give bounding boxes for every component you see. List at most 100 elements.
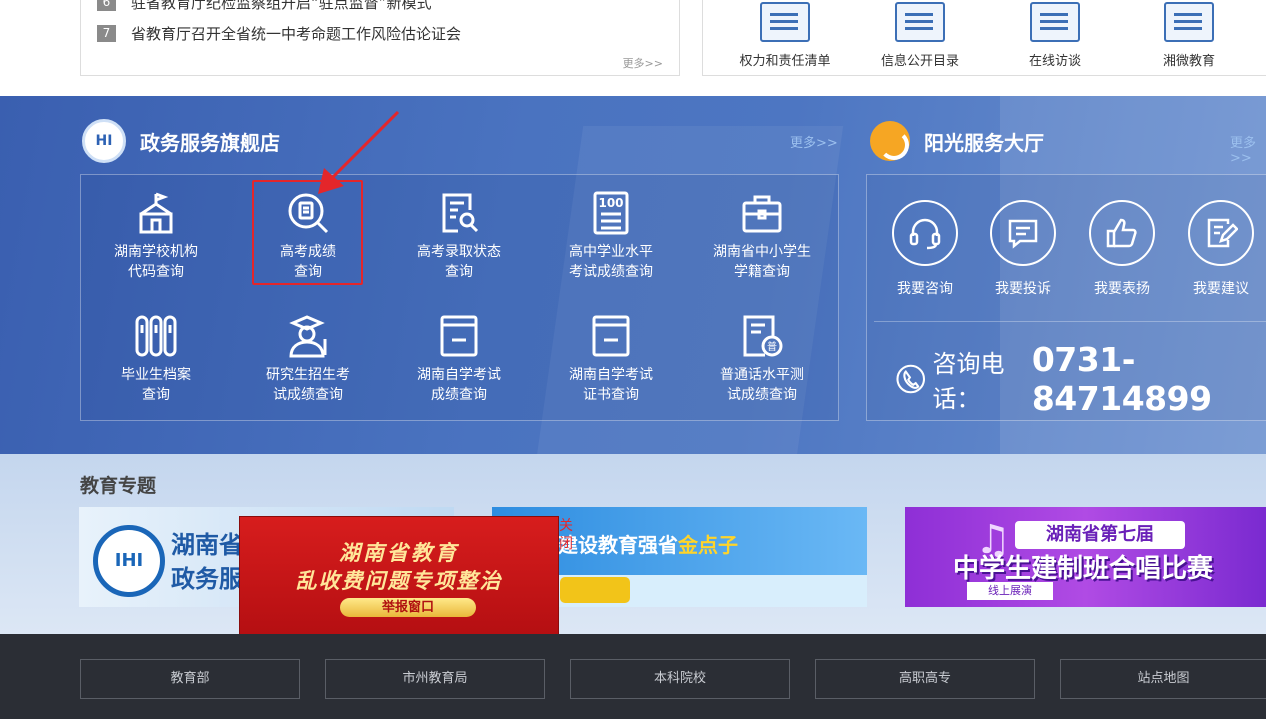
chat-board-icon — [1030, 2, 1080, 42]
footer-link-city-bureau[interactable]: 市州教育局 — [325, 659, 545, 699]
gov-service-header: 政务服务旗舰店 — [82, 119, 280, 163]
score-100-icon: 100 — [588, 190, 634, 236]
eye-doc-icon — [895, 2, 945, 42]
footer-link-vocational[interactable]: 高职高专 — [815, 659, 1035, 699]
mandarin-icon: 普 — [739, 313, 785, 359]
footer-link-undergrad[interactable]: 本科院校 — [570, 659, 790, 699]
section-title: 阳光服务大厅 — [924, 130, 1044, 155]
service-admission-status-query[interactable]: 高考录取状态 查询 — [384, 190, 534, 282]
news-number: 6 — [97, 0, 116, 11]
banner-text: 湖南省 — [171, 531, 243, 559]
service-label: 高考录取状态 — [417, 244, 501, 260]
service-label: 试成绩查询 — [273, 387, 343, 403]
floating-ad-popup[interactable]: 湖南省教育 乱收费问题专项整治 举报窗口 — [239, 516, 559, 635]
edit-icon — [1188, 200, 1254, 266]
divider — [874, 321, 1266, 322]
popup-title: 湖南省教育 — [339, 540, 459, 565]
graduate-icon — [285, 313, 331, 359]
news-item[interactable]: 6 驻省教育厅纪检监察组开启“驻点监督”新模式 — [97, 0, 432, 13]
news-more-link[interactable]: 更多>> — [623, 55, 663, 71]
service-label: 高中学业水平 — [569, 244, 653, 260]
book-icon — [436, 313, 482, 359]
doc-search-icon — [436, 190, 482, 236]
service-label: 代码查询 — [128, 264, 184, 280]
service-self-exam-cert-query[interactable]: 湖南自学考试 证书查询 — [536, 313, 686, 405]
sunshine-label: 我要表扬 — [1094, 281, 1150, 297]
service-label: 湖南自学考试 — [417, 367, 501, 383]
banner-text: 建设教育强省金点子 — [558, 529, 738, 558]
quick-link-power-list[interactable]: 权力和责任清单 — [725, 0, 845, 69]
quick-link-wechat[interactable]: 湘微教育 — [1129, 0, 1249, 69]
sunshine-label: 我要咨询 — [897, 281, 953, 297]
consult-phone: 咨询电话： 0731-84714899 — [895, 340, 1266, 418]
service-label: 湖南自学考试 — [569, 367, 653, 383]
thumbs-up-icon — [1089, 200, 1155, 266]
quick-link-info-catalog[interactable]: 信息公开目录 — [860, 0, 980, 69]
service-label: 查询 — [142, 387, 170, 403]
news-number: 7 — [97, 25, 116, 42]
banner-choir-contest[interactable]: ♫ 湖南省第七届 中学生建制班合唱比赛 线上展演 — [905, 507, 1266, 607]
certificate-icon — [588, 313, 634, 359]
banner-text: 中学生建制班合唱比赛 — [953, 554, 1214, 584]
gov-service-more-link[interactable]: 更多>> — [790, 132, 838, 151]
banner-text: 湖南省第七届 — [1015, 521, 1185, 549]
briefcase-icon — [739, 190, 785, 236]
sunshine-praise-button[interactable]: 我要表扬 — [1072, 200, 1172, 298]
service-label: 湖南省中小学生 — [713, 244, 811, 260]
footer-link-moe[interactable]: 教育部 — [80, 659, 300, 699]
phone-icon — [896, 364, 926, 394]
annotation-arrow-icon — [318, 110, 400, 194]
svg-text:普: 普 — [767, 340, 777, 353]
service-label: 考试成绩查询 — [569, 264, 653, 280]
service-label: 湖南学校机构 — [114, 244, 198, 260]
footer-link-sitemap[interactable]: 站点地图 — [1060, 659, 1266, 699]
quick-link-label: 权力和责任清单 — [739, 54, 831, 69]
service-academic-level-query[interactable]: 100 高中学业水平 考试成绩查询 — [536, 190, 686, 282]
news-title[interactable]: 驻省教育厅纪检监察组开启“驻点监督”新模式 — [131, 0, 432, 13]
popup-subtitle: 乱收费问题专项整治 — [295, 568, 503, 593]
section-title: 政务服务旗舰店 — [140, 130, 280, 155]
quick-link-label: 在线访谈 — [1028, 54, 1081, 69]
banner-text: 线上展演 — [967, 582, 1053, 600]
service-school-code-query[interactable]: 湖南学校机构 代码查询 — [81, 190, 231, 282]
news-list: 6 驻省教育厅纪检监察组开启“驻点监督”新模式 7 省教育厅召开全省统一中考命题… — [80, 0, 680, 76]
sunshine-label: 我要投诉 — [995, 281, 1051, 297]
service-label: 证书查询 — [583, 387, 639, 403]
headset-icon — [892, 200, 958, 266]
banner-text-prefix: 建设教育强省 — [558, 533, 678, 557]
education-dept-logo-icon — [82, 119, 126, 163]
banner-text-highlight: 金点子 — [678, 533, 738, 557]
wechat-icon — [1164, 2, 1214, 42]
quick-link-label: 湘微教育 — [1162, 54, 1215, 69]
service-label: 研究生招生考 — [266, 367, 350, 383]
news-title[interactable]: 省教育厅召开全省统一中考命题工作风险估论证会 — [131, 23, 461, 44]
service-label: 试成绩查询 — [727, 387, 797, 403]
service-student-status-query[interactable]: 湖南省中小学生 学籍查询 — [687, 190, 837, 282]
svg-text:100: 100 — [598, 196, 623, 210]
sunshine-complaint-button[interactable]: 我要投诉 — [973, 200, 1073, 298]
quick-links: 权力和责任清单 信息公开目录 在线访谈 湘微教育 — [702, 0, 1266, 76]
sunshine-more-link[interactable]: 更多>> — [1230, 132, 1266, 166]
service-postgrad-score-query[interactable]: 研究生招生考 试成绩查询 — [233, 313, 383, 405]
phone-number: 0731-84714899 — [1031, 340, 1212, 418]
service-label: 查询 — [445, 264, 473, 280]
popup-close-button[interactable]: 关闭 — [559, 517, 575, 553]
service-label: 毕业生档案 — [121, 367, 191, 383]
sunshine-label: 我要建议 — [1193, 281, 1249, 297]
service-graduate-archive-query[interactable]: 毕业生档案 查询 — [81, 313, 231, 405]
service-self-exam-score-query[interactable]: 湖南自学考试 成绩查询 — [384, 313, 534, 405]
news-item[interactable]: 7 省教育厅召开全省统一中考命题工作风险估论证会 — [97, 23, 461, 44]
list-icon — [760, 2, 810, 42]
message-icon — [990, 200, 1056, 266]
sunshine-suggest-button[interactable]: 我要建议 — [1171, 200, 1266, 298]
archive-icon — [133, 313, 179, 359]
phone-label: 咨询电话： — [932, 350, 1005, 413]
quick-link-label: 信息公开目录 — [880, 54, 959, 69]
sunshine-consult-button[interactable]: 我要咨询 — [875, 200, 975, 298]
service-label: 普通话水平测 — [720, 367, 804, 383]
banner-text: 政务服 — [171, 565, 243, 593]
service-mandarin-score-query[interactable]: 普 普通话水平测 试成绩查询 — [687, 313, 837, 405]
sunshine-header: 阳光服务大厅 — [870, 121, 1044, 161]
quick-link-online-interview[interactable]: 在线访谈 — [995, 0, 1115, 69]
report-window-button[interactable]: 举报窗口 — [340, 598, 476, 617]
